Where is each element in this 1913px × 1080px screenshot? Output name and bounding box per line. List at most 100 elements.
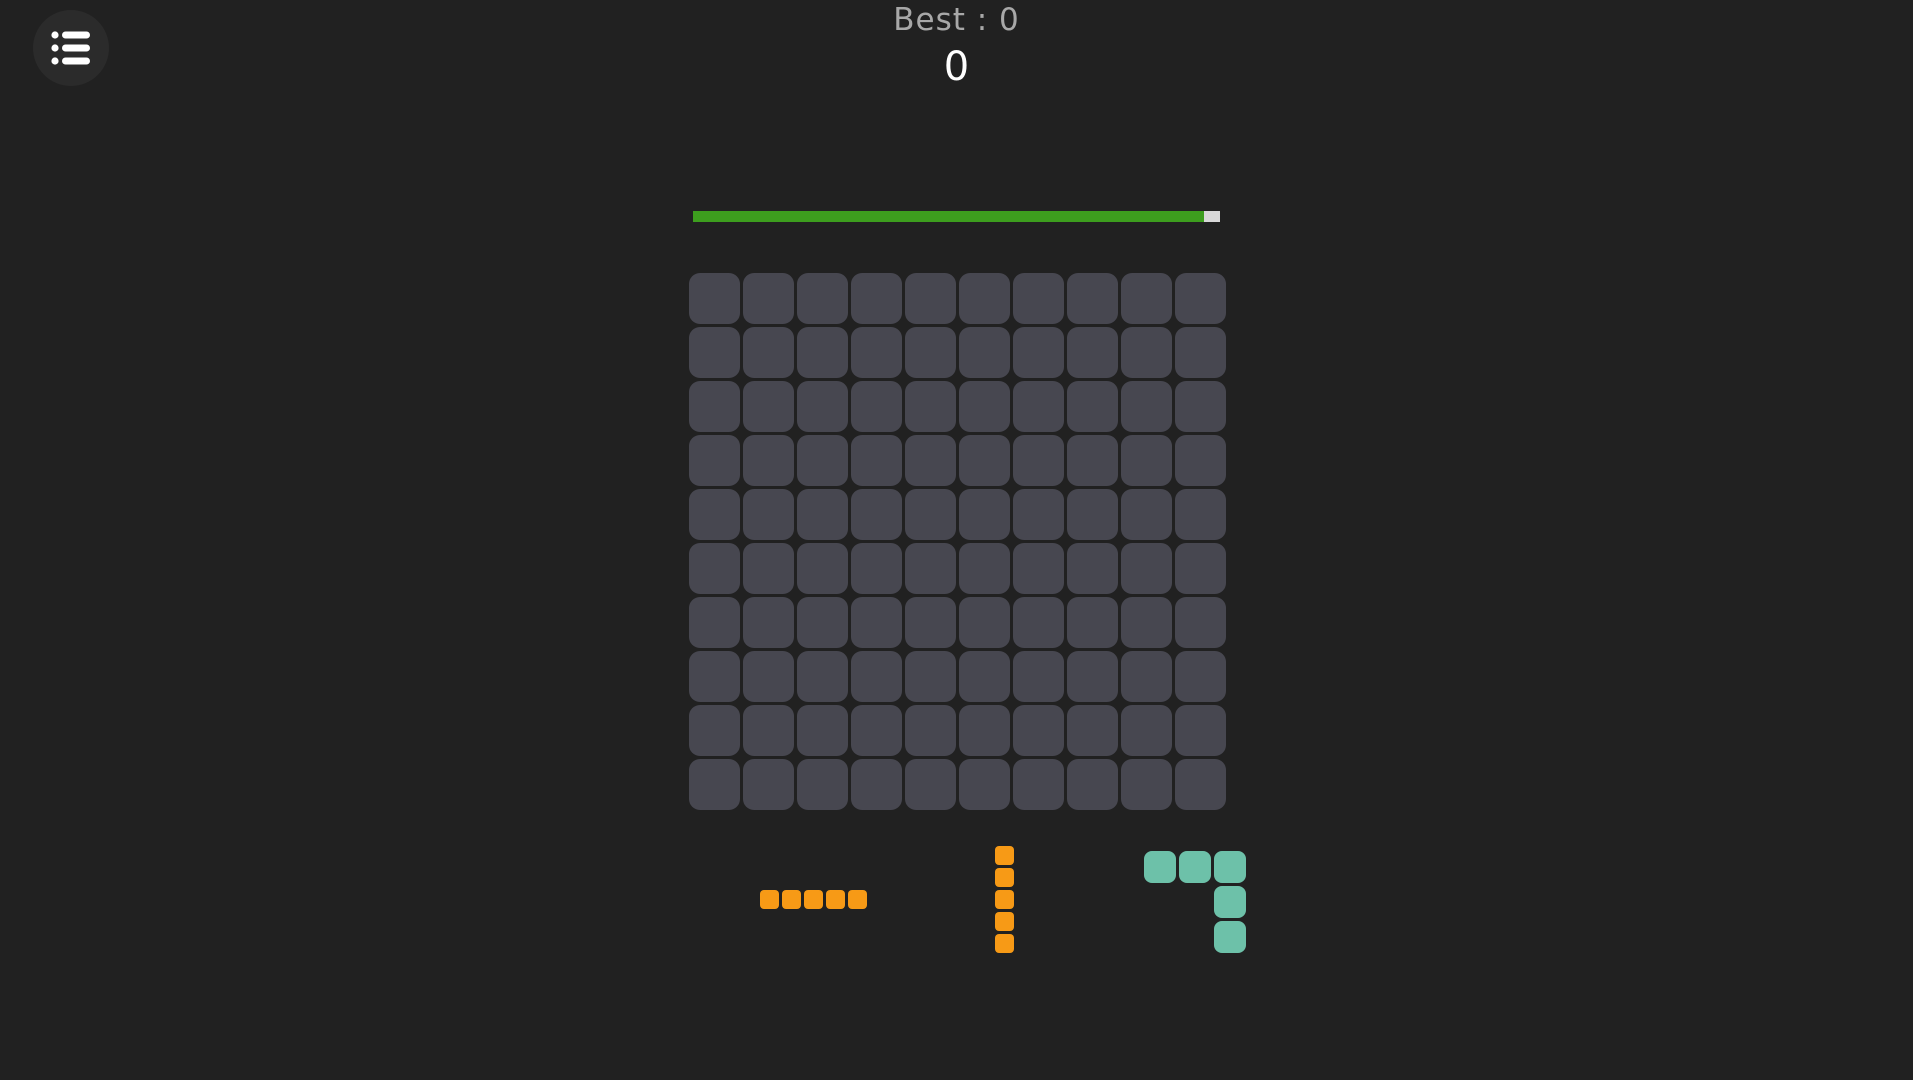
board-cell[interactable]	[797, 435, 848, 486]
board-cell[interactable]	[905, 759, 956, 810]
board-cell[interactable]	[1121, 327, 1172, 378]
board-cell[interactable]	[797, 381, 848, 432]
board-cell[interactable]	[797, 327, 848, 378]
board-cell[interactable]	[1013, 435, 1064, 486]
board-cell[interactable]	[1175, 327, 1226, 378]
board-cell[interactable]	[1013, 759, 1064, 810]
board-cell[interactable]	[1121, 651, 1172, 702]
board-cell[interactable]	[959, 381, 1010, 432]
board-cell[interactable]	[905, 327, 956, 378]
board-cell[interactable]	[1013, 381, 1064, 432]
board-cell[interactable]	[1067, 327, 1118, 378]
board-cell[interactable]	[797, 759, 848, 810]
board-cell[interactable]	[851, 381, 902, 432]
board-cell[interactable]	[743, 705, 794, 756]
board-cell[interactable]	[851, 597, 902, 648]
board-cell[interactable]	[1175, 381, 1226, 432]
board-cell[interactable]	[743, 651, 794, 702]
board-cell[interactable]	[689, 273, 740, 324]
board-cell[interactable]	[905, 273, 956, 324]
board-cell[interactable]	[1067, 651, 1118, 702]
board-cell[interactable]	[851, 705, 902, 756]
board-cell[interactable]	[797, 651, 848, 702]
board-cell[interactable]	[689, 435, 740, 486]
board-cell[interactable]	[1013, 273, 1064, 324]
board-cell[interactable]	[1175, 273, 1226, 324]
board-cell[interactable]	[689, 597, 740, 648]
board-cell[interactable]	[851, 543, 902, 594]
board-cell[interactable]	[1067, 489, 1118, 540]
board-cell[interactable]	[1121, 705, 1172, 756]
board-cell[interactable]	[743, 273, 794, 324]
board-cell[interactable]	[743, 489, 794, 540]
board-cell[interactable]	[1013, 543, 1064, 594]
board-cell[interactable]	[1067, 759, 1118, 810]
board-cell[interactable]	[1013, 651, 1064, 702]
board-cell[interactable]	[689, 759, 740, 810]
board-cell[interactable]	[797, 543, 848, 594]
board-cell[interactable]	[1121, 435, 1172, 486]
board-cell[interactable]	[743, 327, 794, 378]
board-cell[interactable]	[1175, 597, 1226, 648]
board-cell[interactable]	[689, 489, 740, 540]
board-cell[interactable]	[1175, 759, 1226, 810]
board-cell[interactable]	[905, 489, 956, 540]
board-cell[interactable]	[1175, 543, 1226, 594]
board-cell[interactable]	[797, 597, 848, 648]
board-cell[interactable]	[959, 597, 1010, 648]
board-cell[interactable]	[1175, 705, 1226, 756]
board-cell[interactable]	[743, 597, 794, 648]
board-cell[interactable]	[797, 489, 848, 540]
board-cell[interactable]	[797, 273, 848, 324]
board-cell[interactable]	[689, 651, 740, 702]
board-cell[interactable]	[851, 489, 902, 540]
board-cell[interactable]	[1067, 381, 1118, 432]
board-cell[interactable]	[743, 435, 794, 486]
board-cell[interactable]	[959, 327, 1010, 378]
board-cell[interactable]	[851, 759, 902, 810]
board-cell[interactable]	[1067, 273, 1118, 324]
board-cell[interactable]	[1013, 597, 1064, 648]
board-cell[interactable]	[1121, 597, 1172, 648]
board-cell[interactable]	[959, 273, 1010, 324]
board-cell[interactable]	[1121, 381, 1172, 432]
board-cell[interactable]	[1121, 489, 1172, 540]
board-cell[interactable]	[905, 381, 956, 432]
board-cell[interactable]	[743, 381, 794, 432]
board-cell[interactable]	[1067, 543, 1118, 594]
board-cell[interactable]	[689, 327, 740, 378]
board-cell[interactable]	[743, 543, 794, 594]
board-cell[interactable]	[743, 759, 794, 810]
board-cell[interactable]	[851, 651, 902, 702]
board-cell[interactable]	[689, 381, 740, 432]
board-cell[interactable]	[959, 543, 1010, 594]
board-cell[interactable]	[959, 489, 1010, 540]
board-cell[interactable]	[689, 705, 740, 756]
board-cell[interactable]	[1013, 489, 1064, 540]
board-cell[interactable]	[905, 597, 956, 648]
board-cell[interactable]	[1013, 705, 1064, 756]
board-cell[interactable]	[851, 327, 902, 378]
board-cell[interactable]	[1067, 597, 1118, 648]
board-cell[interactable]	[959, 651, 1010, 702]
board-cell[interactable]	[1175, 489, 1226, 540]
board-cell[interactable]	[959, 435, 1010, 486]
board-cell[interactable]	[851, 435, 902, 486]
board-cell[interactable]	[1121, 543, 1172, 594]
board-cell[interactable]	[959, 759, 1010, 810]
board-cell[interactable]	[797, 705, 848, 756]
board-cell[interactable]	[1067, 435, 1118, 486]
board-cell[interactable]	[1013, 327, 1064, 378]
board-cell[interactable]	[1175, 435, 1226, 486]
board-cell[interactable]	[905, 543, 956, 594]
board-cell[interactable]	[1121, 759, 1172, 810]
board-cell[interactable]	[1067, 705, 1118, 756]
board-cell[interactable]	[689, 543, 740, 594]
board-cell[interactable]	[851, 273, 902, 324]
board-cell[interactable]	[1121, 273, 1172, 324]
board-cell[interactable]	[905, 651, 956, 702]
board-cell[interactable]	[959, 705, 1010, 756]
board-cell[interactable]	[905, 435, 956, 486]
board-cell[interactable]	[1175, 651, 1226, 702]
board-cell[interactable]	[905, 705, 956, 756]
